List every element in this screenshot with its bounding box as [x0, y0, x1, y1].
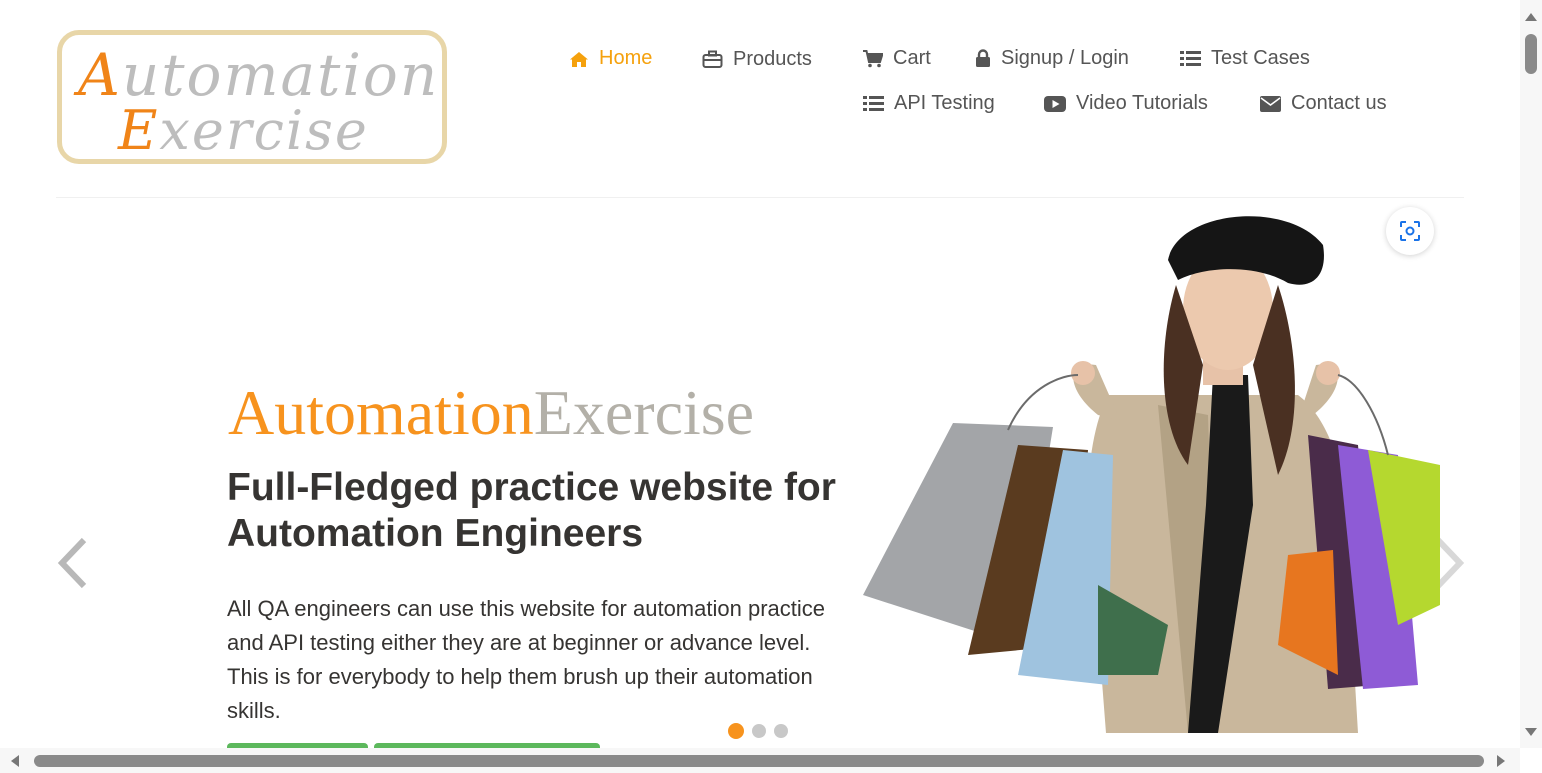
carousel-dot-2[interactable] [752, 724, 766, 738]
cart-icon [863, 49, 883, 67]
lock-icon [976, 49, 990, 67]
slider-headline: Full-Fledged practice website for Automa… [227, 466, 836, 555]
list-icon [863, 96, 884, 111]
nav-products-label: Products [733, 48, 812, 70]
horizontal-scrollbar[interactable] [0, 748, 1520, 773]
nav-test-cases[interactable]: Test Cases [1180, 47, 1310, 70]
image-search-button[interactable] [1386, 207, 1434, 255]
brand-part-1: Automation [228, 377, 534, 448]
brand-part-2: Exercise [533, 377, 755, 448]
envelope-icon [1260, 95, 1281, 112]
carousel-dot-3[interactable] [774, 724, 788, 738]
list-icon [1180, 51, 1201, 66]
nav-cart[interactable]: Cart [863, 47, 931, 70]
nav-contact-us[interactable]: Contact us [1260, 92, 1387, 115]
header-divider [56, 197, 1464, 198]
slider-brand-title: AutomationExercise [228, 376, 754, 450]
lens-icon [1400, 221, 1420, 241]
carousel-indicators [728, 723, 788, 739]
nav-cart-label: Cart [893, 47, 931, 69]
youtube-play-icon [1044, 95, 1066, 112]
site-logo[interactable]: Automation Exercise [57, 30, 447, 164]
scroll-up-icon[interactable] [1524, 12, 1538, 22]
nav-api-testing[interactable]: API Testing [863, 92, 995, 115]
scroll-left-icon[interactable] [10, 754, 20, 768]
nav-test-cases-label: Test Cases [1211, 47, 1310, 69]
nav-home-label: Home [599, 47, 653, 69]
carousel-prev-icon[interactable] [54, 536, 90, 590]
nav-signup-login[interactable]: Signup / Login [975, 47, 1129, 70]
logo-line-2: Exercise [118, 99, 369, 162]
briefcase-icon [702, 50, 723, 68]
home-icon [570, 51, 588, 67]
nav-video-tutorials-label: Video Tutorials [1076, 92, 1208, 114]
vertical-scrollbar[interactable] [1520, 0, 1542, 748]
slider-model-image [863, 216, 1440, 733]
nav-contact-us-label: Contact us [1291, 92, 1387, 114]
horizontal-scroll-thumb[interactable] [34, 755, 1484, 767]
carousel-dot-1[interactable] [728, 723, 744, 739]
slider-description: All QA engineers can use this website fo… [227, 596, 825, 723]
nav-signup-login-label: Signup / Login [1001, 47, 1129, 69]
nav-home[interactable]: Home [569, 47, 652, 70]
nav-video-tutorials[interactable]: Video Tutorials [1044, 92, 1208, 115]
scroll-down-icon[interactable] [1524, 727, 1538, 737]
vertical-scroll-thumb[interactable] [1525, 34, 1537, 74]
nav-api-testing-label: API Testing [894, 92, 995, 114]
nav-products[interactable]: Products [702, 48, 812, 71]
scroll-right-icon[interactable] [1496, 754, 1506, 768]
